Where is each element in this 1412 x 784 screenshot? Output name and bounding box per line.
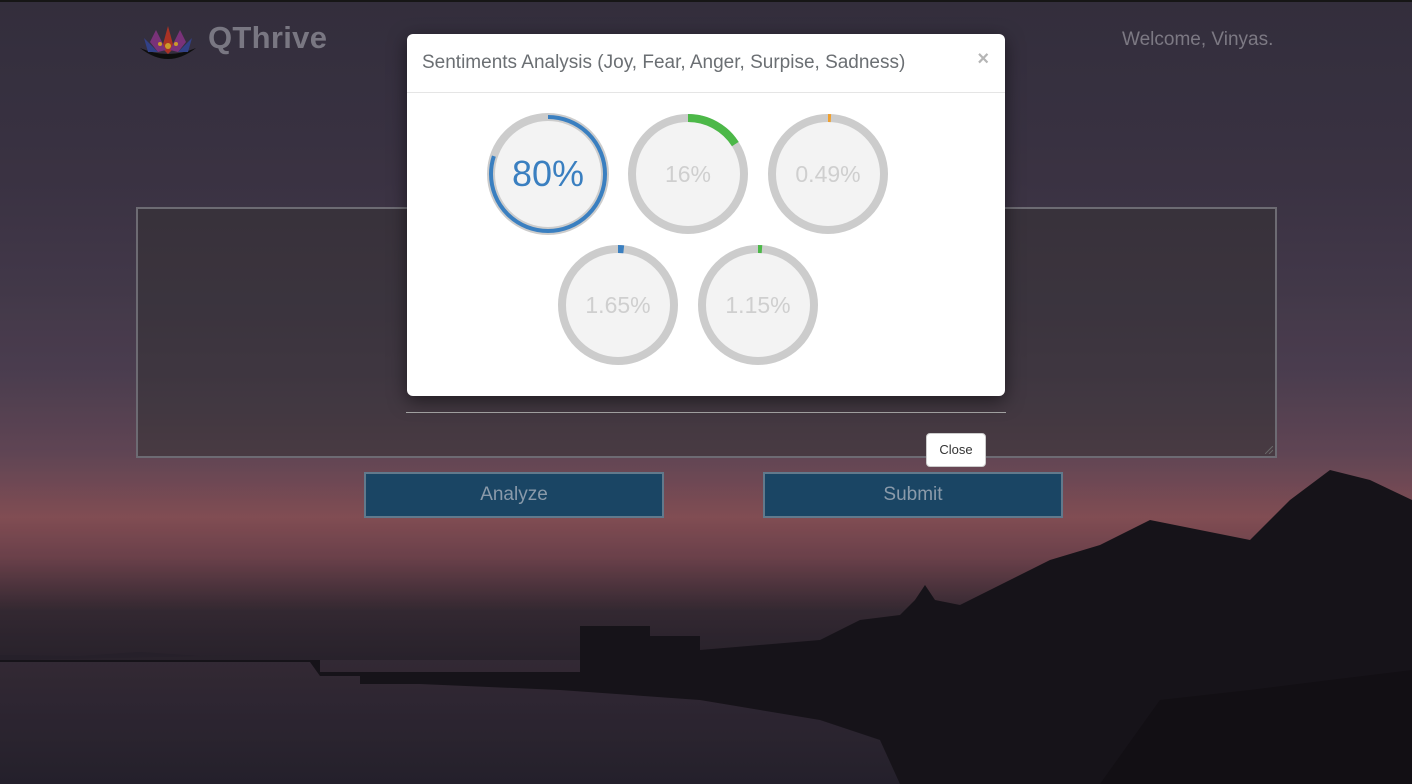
close-button[interactable]: Close — [926, 433, 986, 467]
gauge-surprise: 1.65% — [556, 243, 680, 367]
gauge-sadness-value: 1.15% — [725, 291, 791, 318]
page: QThrive Welcome, Vinyas. Analyze Submit … — [0, 0, 1412, 784]
gauge-surprise-value: 1.65% — [585, 291, 651, 318]
modal-header: Sentiments Analysis (Joy, Fear, Anger, S… — [407, 34, 1005, 93]
gauge-fear-value: 16% — [664, 160, 712, 187]
gauge-joy-value: 80% — [511, 153, 585, 194]
gauge-joy: 80% — [486, 112, 610, 236]
modal-title: Sentiments Analysis (Joy, Fear, Anger, S… — [422, 52, 906, 73]
sentiment-modal: Sentiments Analysis (Joy, Fear, Anger, S… — [407, 34, 1005, 396]
close-icon[interactable]: × — [977, 48, 989, 71]
gauge-sadness: 1.15% — [696, 243, 820, 367]
gauge-fear: 16% — [626, 112, 750, 236]
gauge-anger-value: 0.49% — [795, 160, 861, 187]
gauge-anger: 0.49% — [766, 112, 890, 236]
